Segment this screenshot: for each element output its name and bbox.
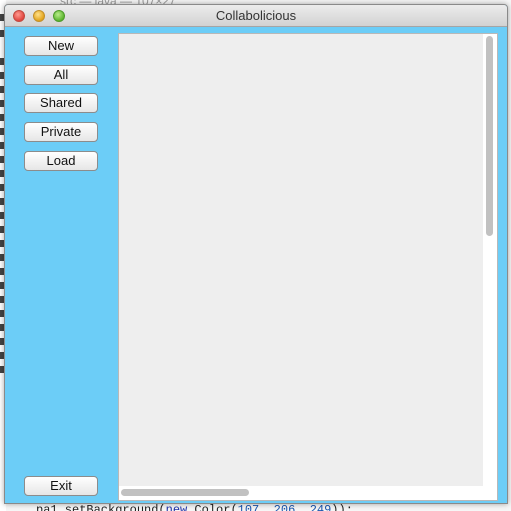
exit-button[interactable]: Exit [24,476,98,496]
horizontal-scroll-thumb[interactable] [121,489,249,496]
vertical-scroll-thumb[interactable] [486,36,493,236]
new-button[interactable]: New [24,36,98,56]
all-button[interactable]: All [24,65,98,85]
vertical-scrollbar[interactable] [485,36,495,484]
shared-button[interactable]: Shared [24,93,98,113]
content-area [119,34,483,486]
window-title: Collabolicious [215,8,297,23]
window-titlebar[interactable]: Collabolicious [5,5,507,27]
private-button[interactable]: Private [24,122,98,142]
horizontal-scrollbar[interactable] [121,488,481,498]
terminal-code-line: pa1.setBackground(new Color(107, 206, 24… [36,503,353,511]
content-scroll-pane[interactable] [118,33,498,501]
app-window: Collabolicious New All Shared Private Lo… [4,4,508,504]
load-button[interactable]: Load [24,151,98,171]
